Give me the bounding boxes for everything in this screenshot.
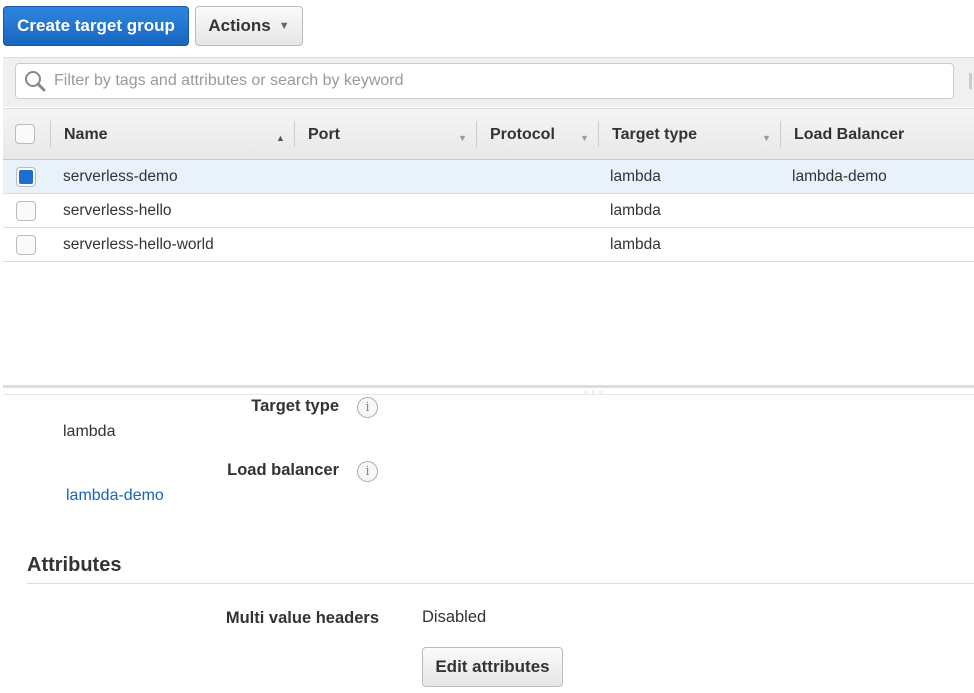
- row-checkbox[interactable]: [16, 201, 36, 221]
- sort-icon[interactable]: ▼: [762, 133, 771, 143]
- row-checkbox[interactable]: [16, 235, 36, 255]
- target-type-label: Target type: [251, 397, 339, 415]
- chevron-down-icon: ▼: [278, 20, 290, 32]
- table-row[interactable]: serverless-demo lambda lambda-demo: [3, 160, 974, 194]
- row-checkbox[interactable]: [16, 167, 36, 187]
- load-balancer-label: Load balancer: [227, 461, 339, 479]
- multi-value-headers-value: Disabled: [422, 608, 487, 626]
- search-icon: [25, 71, 46, 92]
- cell-target-type: lambda: [610, 168, 661, 185]
- cell-target-type: lambda: [610, 202, 661, 219]
- target-type-value: lambda: [63, 423, 116, 440]
- column-target-type[interactable]: Target type: [612, 109, 697, 161]
- edit-attributes-button[interactable]: Edit attributes: [422, 647, 563, 687]
- cell-name: serverless-hello-world: [63, 236, 214, 253]
- table-row[interactable]: serverless-hello-world lambda: [3, 228, 974, 262]
- cell-target-type: lambda: [610, 236, 661, 253]
- cell-name: serverless-hello: [63, 202, 172, 219]
- multi-value-headers-label: Multi value headers: [225, 609, 379, 627]
- sort-icon[interactable]: ▼: [580, 133, 589, 143]
- table-header: Name ▲ Port ▼ Protocol ▼ Target type ▼ L…: [3, 108, 974, 160]
- actions-dropdown[interactable]: Actions ▼: [195, 6, 303, 46]
- info-icon[interactable]: i: [357, 397, 378, 418]
- divider: [3, 394, 974, 395]
- scroll-handle: [969, 73, 972, 89]
- sort-icon[interactable]: ▼: [458, 133, 467, 143]
- table-row[interactable]: serverless-hello lambda: [3, 194, 974, 228]
- divider: [27, 583, 974, 584]
- actions-label: Actions: [208, 16, 271, 35]
- select-all-checkbox[interactable]: [15, 124, 35, 144]
- column-protocol[interactable]: Protocol: [490, 109, 555, 161]
- cell-load-balancer: lambda-demo: [792, 168, 887, 185]
- attributes-heading: Attributes: [27, 554, 122, 576]
- info-icon[interactable]: i: [357, 461, 378, 482]
- search-input[interactable]: Filter by tags and attributes or search …: [15, 63, 954, 99]
- cell-name: serverless-demo: [63, 168, 178, 185]
- column-port[interactable]: Port: [308, 109, 340, 161]
- column-name[interactable]: Name: [64, 109, 108, 161]
- column-load-balancer[interactable]: Load Balancer: [794, 109, 904, 161]
- create-target-group-button[interactable]: Create target group: [3, 6, 189, 46]
- load-balancer-link[interactable]: lambda-demo: [66, 487, 164, 505]
- sort-asc-icon[interactable]: ▲: [276, 133, 285, 143]
- panel-resize-handle[interactable]: [3, 385, 974, 388]
- search-placeholder: Filter by tags and attributes or search …: [54, 72, 404, 89]
